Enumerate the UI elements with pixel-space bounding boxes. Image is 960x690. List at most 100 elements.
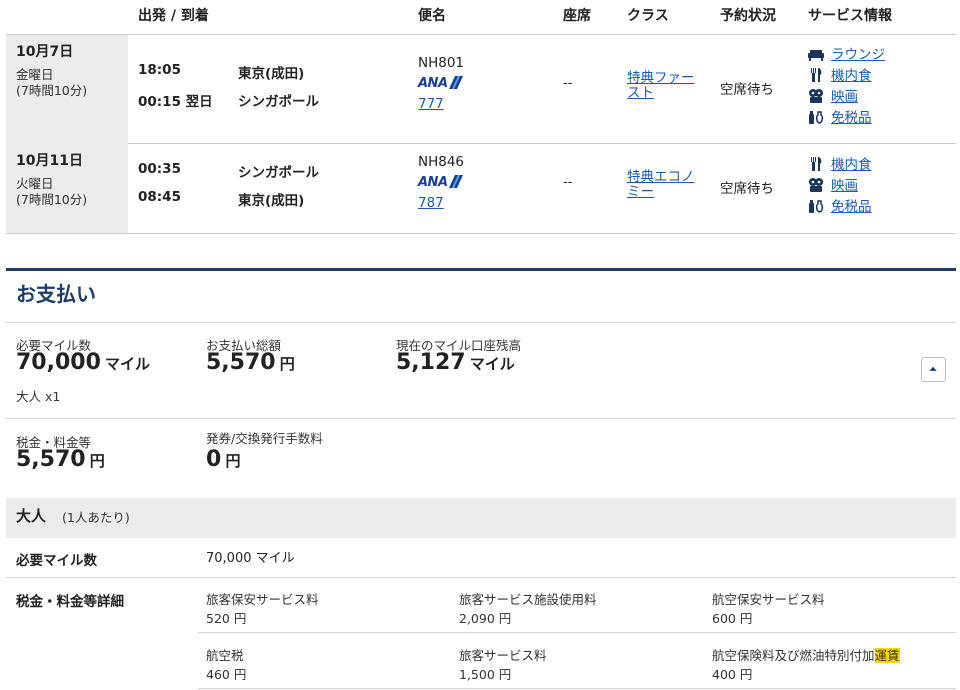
fee-name: 航空保険料及び燃油特別付加運賃 <box>712 645 900 664</box>
service-list: ラウンジ 機内食 映画 免税品 <box>808 43 948 133</box>
service-item-movie[interactable]: 映画 <box>808 85 948 105</box>
fee-value: 1,500 円 <box>459 667 512 682</box>
per-person-label: (1人あたり) <box>62 510 130 525</box>
payment-title: お支払い <box>16 282 96 306</box>
issue-fee-amount: 0 円 <box>206 447 240 472</box>
yen-unit: 円 <box>89 452 105 470</box>
fare-class-link[interactable]: 特典ファー スト <box>627 71 695 101</box>
adult-miles-label: 必要マイル数 <box>16 553 97 569</box>
adult-title: 大人 <box>16 507 47 525</box>
arrival-time: 00:15 翌日 <box>138 94 213 110</box>
film-reel-icon <box>809 178 823 192</box>
airline-logo: ANA <box>418 175 463 190</box>
ana-stripes-icon <box>448 76 463 89</box>
fee-item: 航空保険料及び燃油特別付加運賃 400 円 <box>712 645 900 683</box>
fee-name-prefix: 航空保険料及び燃油特別付加 <box>712 648 875 663</box>
aircraft-link[interactable]: 787 <box>418 195 444 211</box>
service-label[interactable]: ラウンジ <box>831 43 885 63</box>
service-item-dutyfree[interactable]: 免税品 <box>808 106 948 126</box>
duty-free-icon <box>809 200 824 213</box>
fee-item: 航空保安サービス料 600 円 <box>712 589 825 627</box>
service-label[interactable]: 機内食 <box>831 153 872 173</box>
miles-unit: マイル <box>105 355 151 373</box>
service-label[interactable]: 免税品 <box>831 195 872 215</box>
total-amount: 5,570 円 <box>206 350 295 375</box>
departure-place: シンガポール <box>238 165 319 181</box>
flight-duration: (7時間10分) <box>16 83 88 98</box>
fee-value: 460 円 <box>206 667 247 682</box>
balance-value: 5,127 <box>396 350 466 375</box>
arrival-place: シンガポール <box>238 94 319 110</box>
divider <box>6 418 956 419</box>
fee-divider <box>198 632 956 633</box>
date-cell: 10月11日 火曜日 (7時間10分) <box>6 144 128 233</box>
section-divider <box>6 268 956 271</box>
fee-value: 400 円 <box>712 667 753 682</box>
flight-weekday: 火曜日 <box>16 176 54 191</box>
fare-class-line1: 特典エコノ <box>627 169 695 185</box>
service-item-meal[interactable]: 機内食 <box>808 64 948 84</box>
date-cell: 10月7日 金曜日 (7時間10分) <box>6 35 128 144</box>
film-reel-icon <box>809 89 823 103</box>
booking-status: 空席待ち <box>720 82 774 98</box>
fee-name: 旅客サービス施設使用料 <box>459 592 597 607</box>
airline-name: ANA <box>418 175 448 190</box>
required-miles: 70,000 マイル <box>16 350 150 375</box>
service-item-meal[interactable]: 機内食 <box>808 153 948 173</box>
duty-free-icon <box>809 111 824 124</box>
fare-class-link[interactable]: 特典エコノ ミー <box>627 170 695 200</box>
flight-weekday: 金曜日 <box>16 67 54 82</box>
flight-date: 10月11日 <box>16 153 83 169</box>
ana-stripes-icon <box>448 175 463 188</box>
fee-value: 600 円 <box>712 611 753 626</box>
adult-miles-value: 70,000 マイル <box>206 551 295 566</box>
required-miles-value: 70,000 <box>16 350 101 375</box>
service-label[interactable]: 映画 <box>831 85 858 105</box>
adult-header: 大人 (1人あたり) <box>6 498 956 538</box>
collapse-button[interactable] <box>921 357 946 382</box>
flight-date: 10月7日 <box>16 44 74 60</box>
passenger-count: 大人 x1 <box>16 389 61 404</box>
service-item-lounge[interactable]: ラウンジ <box>808 43 948 63</box>
seat-value: -- <box>563 76 573 91</box>
fee-value: 520 円 <box>206 611 247 626</box>
balance-amount: 5,127 マイル <box>396 350 515 375</box>
booking-status: 空席待ち <box>720 181 774 197</box>
miles-unit: マイル <box>469 355 515 373</box>
departure-place: 東京(成田) <box>238 66 305 82</box>
header-flight: 便名 <box>418 8 446 24</box>
fee-value: 2,090 円 <box>459 611 512 626</box>
yen-unit: 円 <box>279 355 295 373</box>
fork-knife-icon <box>811 68 822 82</box>
arrival-time: 08:45 <box>138 189 181 205</box>
sofa-icon <box>808 50 824 61</box>
fare-class-line2: ミー <box>627 184 654 200</box>
airline-name: ANA <box>418 76 448 91</box>
tax-amount: 5,570 円 <box>16 447 105 472</box>
fee-item: 旅客サービス施設使用料 2,090 円 <box>459 589 597 627</box>
service-label[interactable]: 映画 <box>831 174 858 194</box>
service-item-movie[interactable]: 映画 <box>808 174 948 194</box>
flight-row: 10月11日 火曜日 (7時間10分) 00:35 シンガポール 08:45 東… <box>6 144 956 234</box>
fee-item: 旅客サービス料 1,500 円 <box>459 645 547 683</box>
tax-value: 5,570 <box>16 447 86 472</box>
flight-duration: (7時間10分) <box>16 192 88 207</box>
header-seat: 座席 <box>563 8 591 24</box>
header-services: サービス情報 <box>808 8 892 24</box>
fee-item: 航空税 460 円 <box>206 645 246 683</box>
service-label[interactable]: 機内食 <box>831 64 872 84</box>
divider <box>6 577 956 578</box>
header-class: クラス <box>627 8 669 24</box>
fee-name: 航空保安サービス料 <box>712 592 825 607</box>
arrival-place: 東京(成田) <box>238 193 305 209</box>
fee-name: 旅客サービス料 <box>459 648 547 663</box>
chevron-up-icon <box>929 366 937 371</box>
yen-unit: 円 <box>225 452 241 470</box>
total-value: 5,570 <box>206 350 276 375</box>
flight-number: NH801 <box>418 55 465 71</box>
aircraft-link[interactable]: 777 <box>418 96 444 112</box>
fee-name: 航空税 <box>206 648 244 663</box>
header-status: 予約状況 <box>720 8 776 24</box>
service-item-dutyfree[interactable]: 免税品 <box>808 195 948 215</box>
service-label[interactable]: 免税品 <box>831 106 872 126</box>
